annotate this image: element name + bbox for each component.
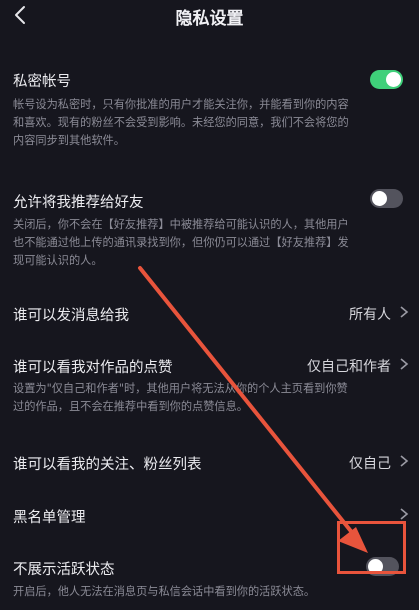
- recommend-friends-toggle[interactable]: [370, 189, 403, 208]
- recommend-friends-desc: 关闭后，你不会在【好友推荐】中被推荐给可能认识的人，其他用户 也不能通过他上传的…: [13, 218, 349, 267]
- who-can-see-likes-desc: 设置为"仅自己和作者"时，其他用户将无法从你的个人主页看到你赞 过的作品，且不会…: [13, 382, 348, 413]
- private-account-desc: 帐号设为私密时，只有你批准的用户才能关注你，并能看到你的内容 和喜欢。现有的粉丝…: [13, 98, 349, 147]
- who-can-message-title: 谁可以发消息给我: [13, 308, 129, 324]
- who-can-see-follows-title: 谁可以看我的关注、粉丝列表: [13, 457, 202, 473]
- private-account-title: 私密帐号: [13, 74, 71, 90]
- hide-activity-title: 不展示活跃状态: [13, 562, 115, 578]
- who-can-see-likes-title: 谁可以看我对作品的点赞: [13, 360, 173, 376]
- chevron-right-icon: [400, 455, 409, 467]
- annotation-highlight-box: [337, 521, 406, 574]
- who-can-see-likes-value: 仅自己和作者: [307, 359, 391, 375]
- recommend-friends-title: 允许将我推荐给好友: [13, 195, 144, 211]
- hide-activity-desc: 开启后，他人无法在消息页与私信会话中看到你的活跃状态。: [13, 585, 316, 598]
- chevron-right-icon: [400, 508, 409, 520]
- toggle-knob: [386, 72, 401, 87]
- toggle-knob: [372, 191, 387, 206]
- chevron-right-icon: [400, 358, 409, 370]
- chevron-right-icon: [400, 306, 409, 318]
- who-can-see-follows-value: 仅自己: [349, 456, 391, 472]
- who-can-message-value: 所有人: [349, 307, 391, 323]
- header-bar: 隐私设置: [0, 0, 419, 36]
- blacklist-title: 黑名单管理: [13, 510, 86, 526]
- private-account-toggle[interactable]: [370, 70, 403, 89]
- page-title: 隐私设置: [175, 9, 244, 29]
